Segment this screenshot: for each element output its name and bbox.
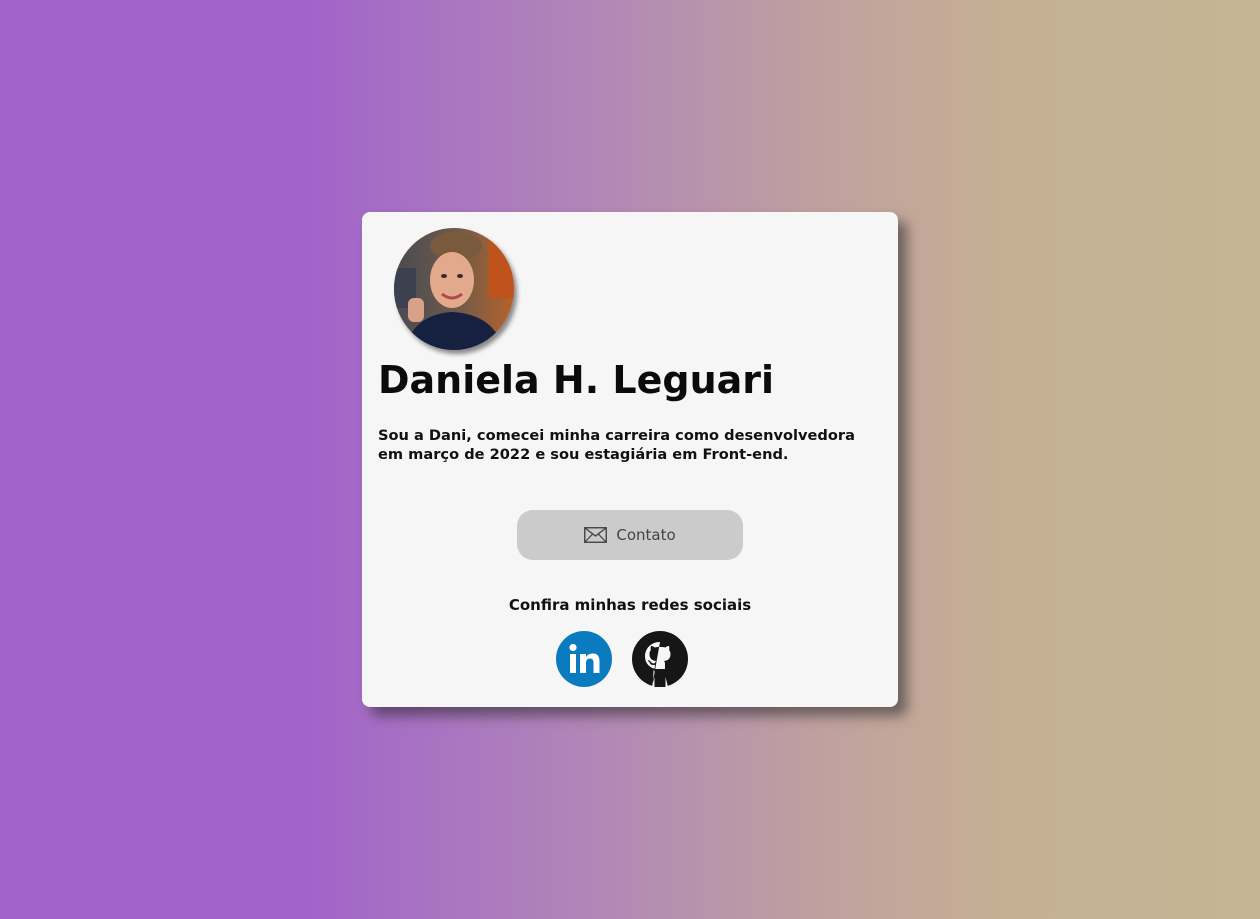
avatar-photo [394,228,514,350]
mail-icon [584,527,608,543]
profile-bio: Sou a Dani, comecei minha carreira como … [378,427,855,463]
profile-name: Daniela H. Leguari [378,358,775,402]
contact-button[interactable]: Contato [517,510,743,560]
social-links [556,631,688,687]
profile-card: Daniela H. Leguari Sou a Dani, comecei m… [362,212,898,707]
contact-button-label: Contato [616,526,676,544]
social-title: Confira minhas redes sociais [508,596,752,614]
avatar [394,228,514,350]
github-icon [632,631,688,687]
github-link[interactable] [632,631,688,687]
linkedin-icon [556,631,612,687]
linkedin-link[interactable] [556,631,612,687]
